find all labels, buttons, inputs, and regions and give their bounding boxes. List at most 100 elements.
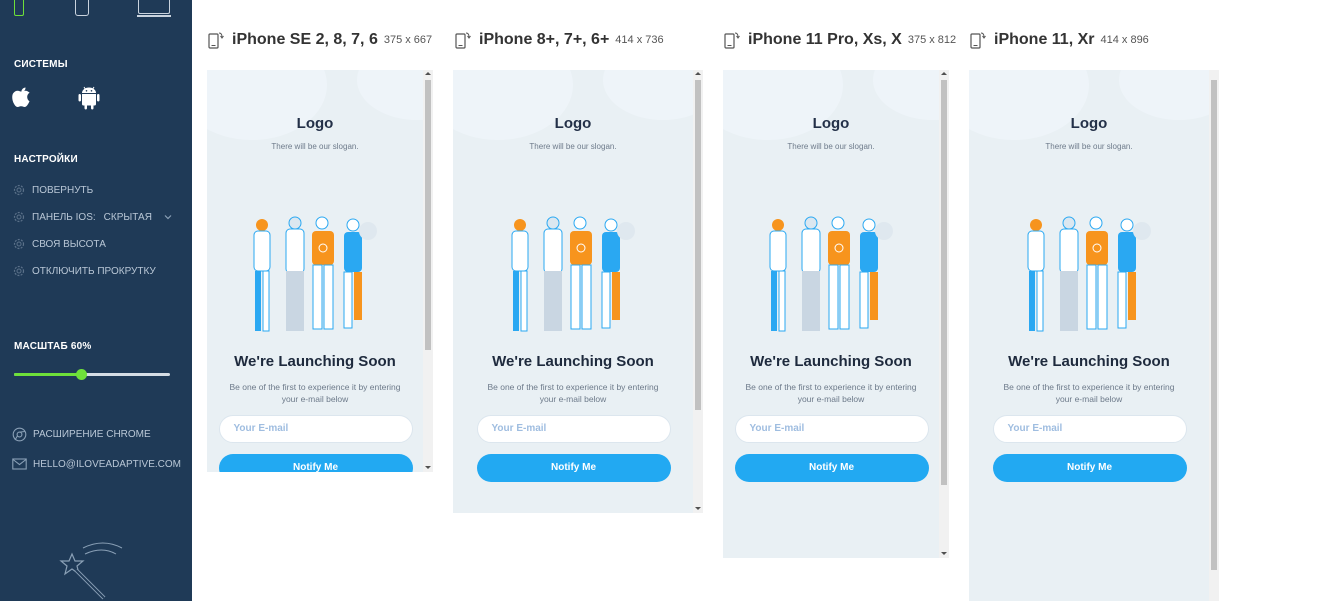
mail-icon <box>12 458 27 470</box>
monitor-icon[interactable] <box>137 0 171 17</box>
device-name: iPhone 11, Xr <box>994 31 1095 48</box>
scale-slider-fill <box>14 373 82 376</box>
preview-logo: Logo <box>812 115 850 132</box>
email-input[interactable]: Your E-mail <box>476 415 671 443</box>
magic-wand-icon <box>59 542 123 600</box>
decor-blob <box>1119 70 1219 120</box>
notify-me-button[interactable]: Notify Me <box>218 454 413 472</box>
scroll-thumb[interactable] <box>695 80 701 410</box>
people-illustration <box>1027 216 1151 332</box>
notify-me-button[interactable]: Notify Me <box>734 454 929 482</box>
email-input[interactable]: Your E-mail <box>734 415 929 443</box>
rotate-label: ПОВЕРНУТЬ <box>32 184 94 196</box>
device-resolution: 414 x 896 <box>1100 34 1149 46</box>
device-type-tabs <box>0 0 192 18</box>
scroll-up-arrow[interactable] <box>425 72 431 75</box>
disable-scroll-setting[interactable]: ОТКЛЮЧИТЬ ПРОКРУТКУ <box>12 263 156 279</box>
chevron-down-icon[interactable] <box>164 213 172 221</box>
preview-logo: Logo <box>554 115 592 132</box>
scroll-up-arrow[interactable] <box>941 72 947 75</box>
gear-icon <box>13 265 25 277</box>
rotate-device-icon[interactable] <box>208 31 224 49</box>
rotate-device-icon[interactable] <box>724 31 740 49</box>
device-viewport[interactable]: Logo There will be our slogan. We're Lau… <box>207 70 433 472</box>
device-resolution: 414 x 736 <box>615 34 664 46</box>
systems-heading: СИСТЕМЫ <box>14 59 68 70</box>
preview-slogan: There will be our slogan. <box>271 142 359 151</box>
gear-icon <box>13 238 25 250</box>
notify-me-button[interactable]: Notify Me <box>992 454 1187 482</box>
device-name: iPhone 11 Pro, Xs, X <box>748 31 902 48</box>
chrome-extension-link[interactable]: РАСШИРЕНИЕ CHROME <box>12 427 151 442</box>
disable-scroll-label: ОТКЛЮЧИТЬ ПРОКРУТКУ <box>32 265 156 277</box>
people-illustration <box>511 216 635 332</box>
preview-headline: We're Launching Soon <box>234 353 396 370</box>
email-input[interactable]: Your E-mail <box>218 415 413 443</box>
scrollbar[interactable] <box>693 70 703 513</box>
scrollbar[interactable] <box>939 70 949 558</box>
scale-label: МАСШТАБ 60% <box>14 341 92 352</box>
notify-me-button[interactable]: Notify Me <box>476 454 671 482</box>
people-illustration <box>769 216 893 332</box>
preview-description: Be one of the first to experience it by … <box>229 382 401 404</box>
preview-logo: Logo <box>296 115 334 132</box>
decor-blob <box>873 70 949 120</box>
scroll-thumb[interactable] <box>941 80 947 485</box>
device-name: iPhone SE 2, 8, 7, 6 <box>232 31 378 48</box>
scroll-down-arrow[interactable] <box>695 507 701 510</box>
rotate-setting[interactable]: ПОВЕРНУТЬ <box>12 182 93 198</box>
scrollbar[interactable] <box>423 70 433 472</box>
people-illustration <box>253 216 377 332</box>
app: СИСТЕМЫ НАСТРОЙКИ ПОВЕРНУТЬ ПАНЕЛЬ IOS: … <box>0 0 1326 601</box>
ios-panel-label: ПАНЕЛЬ IOS: <box>32 211 96 223</box>
scroll-thumb[interactable] <box>425 80 431 350</box>
device-viewport[interactable]: Logo There will be our slogan. We're Lau… <box>969 70 1219 601</box>
email-link[interactable]: HELLO@ILOVEADAPTIVE.COM <box>12 458 181 470</box>
preview-headline: We're Launching Soon <box>1008 353 1170 370</box>
scroll-thumb[interactable] <box>1211 80 1217 570</box>
gear-icon <box>13 184 25 196</box>
gear-icon <box>13 211 25 223</box>
chrome-icon <box>12 427 27 442</box>
phone-small-icon[interactable] <box>14 0 24 16</box>
decor-blob <box>357 70 433 120</box>
preview-description: Be one of the first to experience it by … <box>745 382 917 404</box>
rotate-device-icon[interactable] <box>455 31 471 49</box>
email-input[interactable]: Your E-mail <box>992 415 1187 443</box>
settings-heading: НАСТРОЙКИ <box>14 154 78 165</box>
scroll-down-arrow[interactable] <box>425 466 431 469</box>
device-name: iPhone 8+, 7+, 6+ <box>479 31 610 48</box>
device-resolution: 375 x 667 <box>383 34 433 46</box>
sidebar: СИСТЕМЫ НАСТРОЙКИ ПОВЕРНУТЬ ПАНЕЛЬ IOS: … <box>0 0 192 601</box>
scale-slider[interactable] <box>14 369 170 380</box>
preview-description: Be one of the first to experience it by … <box>487 382 659 404</box>
scroll-down-arrow[interactable] <box>941 552 947 555</box>
phone-icon[interactable] <box>75 0 89 16</box>
chrome-extension-label: РАСШИРЕНИЕ CHROME <box>33 429 151 440</box>
scroll-up-arrow[interactable] <box>695 72 701 75</box>
scrollbar[interactable] <box>1209 70 1219 601</box>
device-header: iPhone 8+, 7+, 6+ 414 x 736 <box>455 30 664 50</box>
preview-slogan: There will be our slogan. <box>529 142 617 151</box>
ios-panel-setting[interactable]: ПАНЕЛЬ IOS: СКРЫТАЯ <box>12 209 172 225</box>
decor-blob <box>603 70 703 120</box>
device-viewport[interactable]: Logo There will be our slogan. We're Lau… <box>453 70 703 513</box>
device-header: iPhone 11, Xr 414 x 896 <box>970 30 1149 50</box>
android-icon[interactable] <box>78 86 100 110</box>
preview-slogan: There will be our slogan. <box>1045 142 1133 151</box>
preview-slogan: There will be our slogan. <box>787 142 875 151</box>
preview-description: Be one of the first to experience it by … <box>1003 382 1175 404</box>
device-viewport[interactable]: Logo There will be our slogan. We're Lau… <box>723 70 949 558</box>
ios-panel-value: СКРЫТАЯ <box>103 211 152 223</box>
preview-headline: We're Launching Soon <box>750 353 912 370</box>
custom-height-setting[interactable]: СВОЯ ВЫСОТА <box>12 236 106 252</box>
rotate-device-icon[interactable] <box>970 31 986 49</box>
custom-height-label: СВОЯ ВЫСОТА <box>32 238 106 250</box>
preview-logo: Logo <box>1070 115 1108 132</box>
scale-slider-thumb[interactable] <box>76 369 88 380</box>
preview-headline: We're Launching Soon <box>492 353 654 370</box>
email-label: HELLO@ILOVEADAPTIVE.COM <box>33 458 181 470</box>
device-header: iPhone 11 Pro, Xs, X 375 x 812 <box>724 30 956 50</box>
device-resolution: 375 x 812 <box>907 34 957 46</box>
apple-icon[interactable] <box>12 86 32 108</box>
